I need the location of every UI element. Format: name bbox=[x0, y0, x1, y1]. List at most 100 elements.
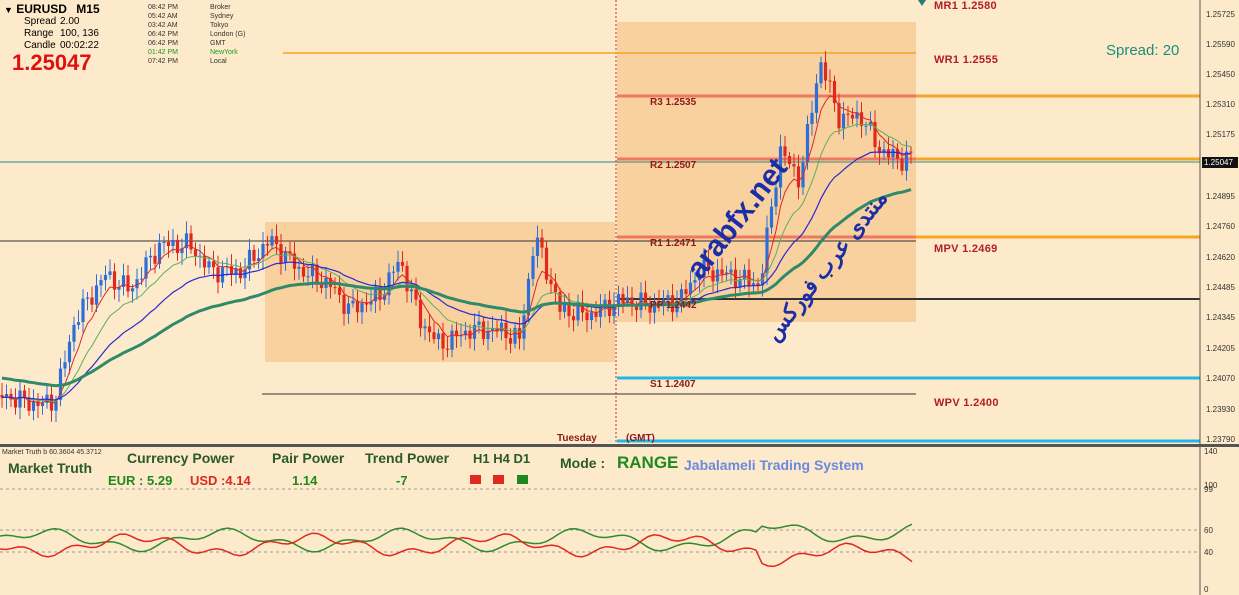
dropdown-icon[interactable]: ▼ bbox=[4, 5, 13, 15]
candle-body bbox=[265, 244, 270, 246]
candle-body bbox=[360, 303, 364, 313]
candle-body bbox=[886, 149, 891, 158]
candle-body bbox=[274, 236, 279, 245]
pane-separator[interactable] bbox=[0, 444, 1239, 447]
eur-power: EUR : 5.29 bbox=[108, 473, 173, 488]
price-tick: 1.25590 bbox=[1206, 40, 1235, 49]
price-tick: 1.25310 bbox=[1206, 100, 1235, 109]
mode-label: Mode : bbox=[560, 455, 606, 471]
level-pp: PP 1.2442 bbox=[650, 300, 697, 311]
candle-body bbox=[18, 390, 22, 408]
candle-body bbox=[306, 276, 310, 278]
candle-body bbox=[567, 304, 571, 317]
candle-body bbox=[333, 287, 337, 289]
candle-body bbox=[432, 332, 436, 340]
candle-body bbox=[436, 333, 441, 340]
spread-display: Spread: 20 bbox=[1106, 42, 1180, 59]
price-tick: 1.24895 bbox=[1206, 192, 1235, 201]
current-price-tag: 1.25047 bbox=[1202, 157, 1238, 168]
level-r2: R2 1.2507 bbox=[650, 160, 697, 171]
candle-body bbox=[126, 275, 130, 292]
candle-body bbox=[499, 322, 504, 332]
candle-body bbox=[751, 283, 756, 286]
candle-body bbox=[508, 338, 513, 344]
level-mr1: MR1 1.2580 bbox=[934, 0, 997, 12]
candle-body bbox=[445, 348, 450, 350]
pair-power-value: 1.14 bbox=[292, 473, 318, 488]
mr1-marker-icon bbox=[918, 0, 926, 6]
h1-square bbox=[470, 475, 481, 484]
candle-body bbox=[409, 289, 414, 292]
candle-body bbox=[684, 289, 688, 295]
candle-body bbox=[585, 312, 589, 321]
candle-body bbox=[162, 241, 166, 243]
candle-body bbox=[207, 261, 211, 268]
ind-axis-60: 60 bbox=[1204, 526, 1213, 535]
candle-body bbox=[666, 295, 670, 300]
candle-body bbox=[477, 321, 481, 325]
ind-axis-140: 140 bbox=[1204, 447, 1218, 456]
pair-power-label: Pair Power bbox=[272, 450, 345, 466]
candle-body bbox=[351, 300, 355, 304]
candle-body bbox=[814, 83, 819, 113]
candle-body bbox=[693, 280, 697, 283]
candle-body bbox=[148, 255, 153, 258]
price-tick: 1.24620 bbox=[1206, 253, 1235, 262]
candle-body bbox=[846, 113, 850, 115]
ind-axis-0: 0 bbox=[1204, 585, 1209, 594]
candle-body bbox=[99, 280, 103, 286]
candle-body bbox=[909, 151, 913, 153]
market-truth-title: Market Truth bbox=[8, 460, 93, 476]
trend-power-value: -7 bbox=[396, 473, 408, 488]
candle-body bbox=[783, 146, 787, 157]
gmt-label: (GMT) bbox=[626, 433, 655, 444]
level-s1: S1 1.2407 bbox=[650, 379, 696, 390]
candle-body bbox=[270, 236, 274, 246]
symbol: EURUSD bbox=[16, 2, 67, 16]
candle-body bbox=[346, 303, 351, 314]
candle-body bbox=[418, 299, 423, 329]
candle-body bbox=[90, 297, 94, 305]
price-tick: 1.25175 bbox=[1206, 130, 1235, 139]
level-mpv: MPV 1.2469 bbox=[934, 243, 998, 255]
candle-body bbox=[171, 239, 175, 247]
price-tick: 1.25450 bbox=[1206, 70, 1235, 79]
candle-body bbox=[315, 264, 319, 283]
price-tick: 1.24345 bbox=[1206, 313, 1235, 322]
candle-body bbox=[549, 279, 553, 285]
ind-axis-40: 40 bbox=[1204, 548, 1213, 557]
candle-body bbox=[481, 321, 486, 340]
price-tick: 1.23930 bbox=[1206, 405, 1235, 414]
price-tick: 1.24205 bbox=[1206, 344, 1235, 353]
candle-body bbox=[427, 326, 432, 333]
candle-body bbox=[355, 300, 360, 313]
candle-body bbox=[589, 312, 594, 321]
level-wpv: WPV 1.2400 bbox=[934, 397, 999, 409]
candle-body bbox=[40, 402, 45, 406]
candle-body bbox=[67, 341, 72, 363]
candle-body bbox=[729, 269, 733, 273]
candle-body bbox=[616, 294, 621, 305]
candle-body bbox=[72, 324, 76, 342]
candle-body bbox=[450, 330, 454, 350]
candle-body bbox=[279, 244, 283, 263]
candle-body bbox=[63, 362, 67, 369]
system-name: Jabalameli Trading System bbox=[684, 457, 864, 473]
price-chart[interactable] bbox=[0, 0, 1239, 595]
candle-body bbox=[400, 261, 405, 266]
candle-body bbox=[175, 239, 180, 254]
candle-body bbox=[423, 326, 427, 329]
trend-power-label: Trend Power bbox=[365, 450, 450, 466]
price-tick: 1.24760 bbox=[1206, 222, 1235, 231]
candle-body bbox=[900, 158, 904, 171]
candle-body bbox=[571, 316, 576, 321]
candle-body bbox=[810, 112, 814, 124]
timeframe-label: H1 H4 D1 bbox=[473, 451, 531, 466]
level-r3: R3 1.2535 bbox=[650, 97, 697, 108]
level-r1: R1 1.2471 bbox=[650, 238, 697, 249]
currency-power-label: Currency Power bbox=[127, 450, 235, 466]
candle-body bbox=[130, 288, 135, 292]
candle-body bbox=[553, 284, 558, 293]
candle-body bbox=[796, 166, 801, 188]
candle-body bbox=[229, 266, 234, 275]
